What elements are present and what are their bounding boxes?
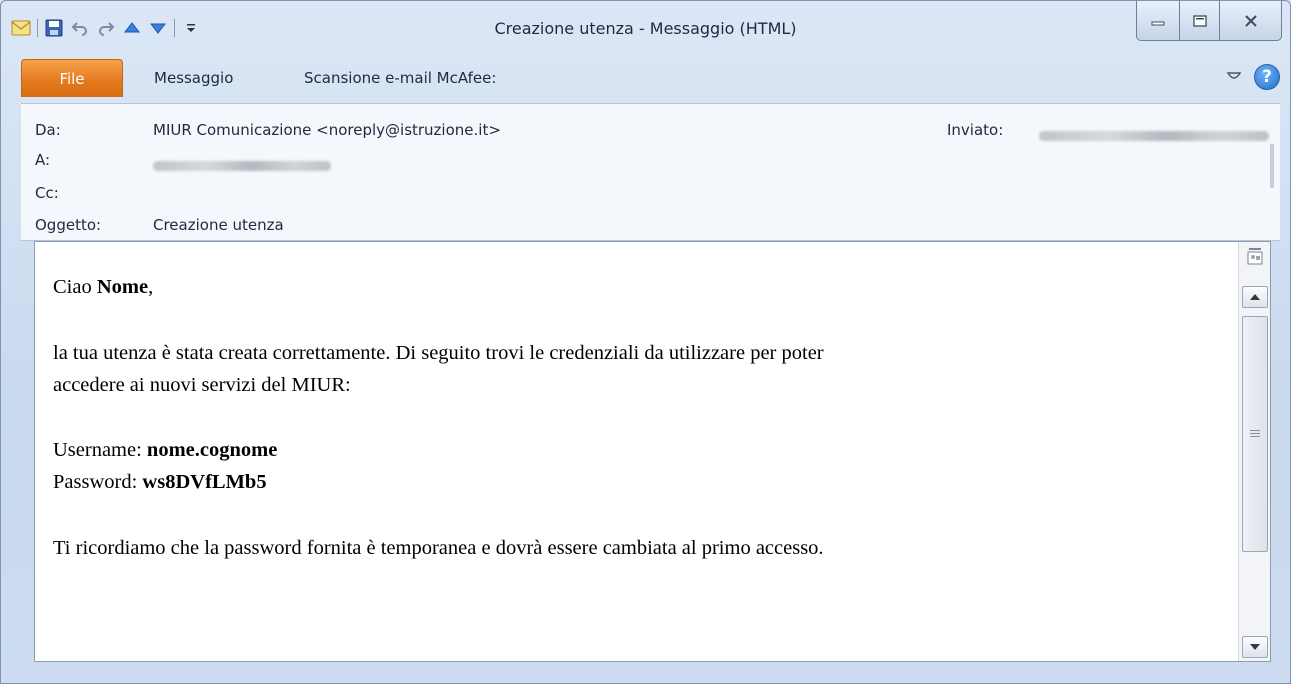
help-icon[interactable]: ?	[1254, 64, 1280, 90]
message-content: Ciao Nome, la tua utenza è stata creata …	[53, 272, 1233, 565]
password-label: Password:	[53, 471, 143, 494]
greeting-text: Ciao	[53, 276, 97, 298]
header-scrollbar[interactable]	[1270, 144, 1274, 188]
title-bar: Creazione utenza - Messaggio (HTML)	[1, 1, 1290, 51]
sent-value-blurred	[1039, 126, 1269, 145]
greeting: Ciao Nome,	[53, 272, 1233, 304]
greeting-name: Nome	[96, 276, 149, 298]
collapse-ribbon-icon[interactable]	[1226, 68, 1242, 87]
to-value-blurred[interactable]	[153, 156, 331, 175]
body-line-1: la tua utenza è stata creata correttamen…	[53, 341, 824, 364]
sent-label: Inviato:	[947, 121, 1004, 139]
subject-value: Creazione utenza	[153, 216, 284, 234]
to-label: A:	[35, 151, 51, 169]
username-label: Username:	[53, 439, 147, 462]
body-scrollbar[interactable]	[1238, 242, 1270, 661]
greeting-comma: ,	[148, 276, 154, 298]
scroll-thumb[interactable]	[1242, 316, 1268, 552]
password-value: ws8DVfLMb5	[142, 471, 267, 494]
body-line-2: accedere ai nuovi servizi del MIUR:	[53, 373, 351, 396]
subject-label: Oggetto:	[35, 216, 102, 234]
close-icon[interactable]	[1220, 1, 1282, 41]
ribbon-help-area: ?	[1226, 64, 1280, 90]
people-pane-icon[interactable]	[1245, 246, 1265, 268]
from-label: Da:	[35, 121, 61, 139]
restore-icon[interactable]	[1180, 1, 1220, 41]
tab-messaggio[interactable]: Messaggio	[154, 59, 233, 97]
message-header: Da: MIUR Comunicazione <noreply@istruzio…	[21, 103, 1280, 241]
outlook-message-window: Creazione utenza - Messaggio (HTML) File…	[0, 0, 1291, 684]
password-line: Password: ws8DVfLMb5	[53, 467, 1233, 499]
cc-label: Cc:	[35, 184, 59, 202]
scroll-down-icon[interactable]	[1242, 636, 1268, 658]
minimize-icon[interactable]	[1136, 1, 1180, 41]
window-controls	[1136, 1, 1282, 43]
tab-file[interactable]: File	[21, 59, 123, 97]
username-line: Username: nome.cognome	[53, 435, 1233, 467]
scroll-up-icon[interactable]	[1242, 286, 1268, 308]
window-title: Creazione utenza - Messaggio (HTML)	[494, 19, 797, 38]
closing-line: Ti ricordiamo che la password fornita è …	[53, 536, 824, 559]
message-body[interactable]: Ciao Nome, la tua utenza è stata creata …	[34, 241, 1271, 662]
from-value[interactable]: MIUR Comunicazione <noreply@istruzione.i…	[153, 121, 501, 139]
ribbon-tabs: File Messaggio Scansione e-mail McAfee: …	[1, 59, 1290, 97]
tab-scansione-mcafee[interactable]: Scansione e-mail McAfee:	[304, 59, 496, 97]
username-value: nome.cognome	[146, 439, 278, 462]
